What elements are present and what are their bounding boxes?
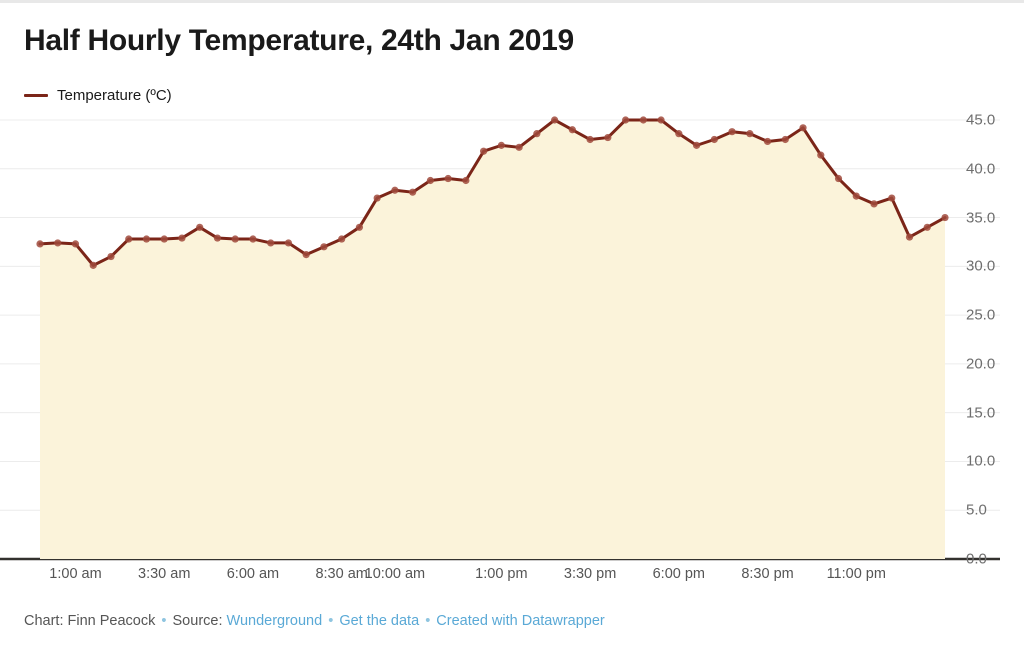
area-fill — [40, 120, 945, 559]
data-point-marker[interactable] — [586, 135, 594, 144]
data-point-marker[interactable] — [941, 213, 949, 222]
data-point-marker[interactable] — [480, 147, 488, 155]
x-axis-ticks: 1:00 am 3:30 am 6:00 am 8:30 am 10:00 am 1:00… — [0, 566, 1024, 588]
data-point-marker[interactable] — [409, 188, 417, 196]
footer-separator-2: • — [328, 613, 334, 629]
y-axis-tick-label: 5.0 — [966, 501, 987, 519]
data-point-marker[interactable] — [639, 116, 647, 124]
data-point-marker[interactable] — [249, 235, 257, 243]
data-point-marker[interactable] — [763, 137, 772, 146]
data-point-marker[interactable] — [746, 130, 754, 138]
y-axis-tick-label: 15.0 — [966, 404, 996, 422]
footer-credit: Chart: Finn Peacock — [24, 613, 156, 629]
data-point-marker[interactable] — [888, 194, 896, 202]
data-point-marker[interactable] — [870, 200, 878, 208]
legend-label: Temperature (ºC) — [57, 86, 172, 104]
data-point-marker[interactable] — [196, 223, 204, 231]
data-point-marker[interactable] — [213, 234, 222, 242]
chart-footer: Chart: Finn Peacock • Source: Wundergrou… — [24, 613, 605, 629]
source-link[interactable]: Wunderground — [227, 613, 323, 629]
data-point-marker[interactable] — [373, 194, 381, 202]
x-axis-tick-label: 8:30 pm — [741, 566, 794, 582]
temperature-area-chart — [0, 116, 1000, 561]
y-axis-tick-label: 40.0 — [966, 160, 996, 178]
data-point-marker[interactable] — [160, 235, 168, 243]
data-point-marker[interactable] — [834, 174, 843, 183]
data-point-marker[interactable] — [391, 186, 399, 194]
footer-separator-3: • — [425, 613, 431, 629]
chart-card: Half Hourly Temperature, 24th Jan 2019 T… — [0, 0, 1024, 647]
data-point-marker[interactable] — [36, 240, 44, 248]
x-axis-tick-label: 3:30 pm — [563, 566, 617, 582]
y-axis-tick-label: 10.0 — [966, 452, 996, 470]
x-axis-tick-label: 8:30 am — [315, 566, 368, 582]
data-point-marker[interactable] — [125, 235, 133, 243]
x-axis-tick-label: 11:00 pm — [826, 566, 886, 582]
data-point-marker[interactable] — [551, 116, 559, 124]
data-point-marker[interactable] — [231, 235, 239, 243]
footer-separator-1: • — [161, 613, 167, 629]
data-point-marker[interactable] — [107, 252, 115, 261]
data-point-marker[interactable] — [302, 251, 310, 259]
data-point-marker[interactable] — [728, 128, 736, 136]
data-point-marker[interactable] — [444, 174, 452, 183]
data-point-marker[interactable] — [355, 223, 364, 231]
data-point-marker[interactable] — [533, 130, 541, 138]
data-point-marker[interactable] — [71, 240, 80, 248]
datawrapper-credit-link[interactable]: Created with Datawrapper — [436, 613, 604, 629]
x-axis-tick-label: 3:30 am — [138, 566, 191, 582]
data-point-marker[interactable] — [621, 116, 630, 124]
x-axis-tick-label: 1:00 pm — [475, 566, 528, 582]
data-point-marker[interactable] — [923, 223, 931, 231]
data-point-marker[interactable] — [817, 151, 825, 159]
plot-area: 45.0 40.0 35.0 30.0 25.0 20.0 15.0 10.0 5.0 0.0 — [0, 111, 1024, 568]
y-axis-tick-label: 0.0 — [966, 550, 987, 568]
data-point-marker[interactable] — [692, 141, 701, 149]
y-axis-tick-label: 35.0 — [966, 209, 996, 227]
y-axis-tick-label: 45.0 — [966, 111, 996, 129]
data-point-marker[interactable] — [320, 243, 328, 251]
data-point-marker[interactable] — [284, 239, 293, 247]
data-point-marker[interactable] — [54, 239, 62, 247]
y-axis-tick-label: 25.0 — [966, 306, 996, 324]
data-point-marker[interactable] — [710, 135, 718, 144]
footer-source-label: Source: — [172, 613, 223, 629]
data-point-marker[interactable] — [905, 233, 914, 241]
data-point-marker[interactable] — [426, 176, 434, 185]
x-axis-tick-label: 6:00 am — [226, 566, 280, 582]
data-point-marker[interactable] — [604, 133, 612, 142]
data-point-marker[interactable] — [89, 261, 97, 269]
data-point-marker[interactable] — [142, 235, 151, 243]
y-axis-tick-label: 20.0 — [966, 355, 996, 373]
data-point-marker[interactable] — [178, 234, 186, 242]
chart-title: Half Hourly Temperature, 24th Jan 2019 — [24, 24, 574, 57]
get-the-data-link[interactable]: Get the data — [339, 613, 419, 629]
data-point-marker[interactable] — [781, 135, 789, 144]
data-point-marker[interactable] — [675, 130, 683, 138]
x-axis-tick-label: 6:00 pm — [652, 566, 706, 582]
data-point-marker[interactable] — [338, 235, 346, 243]
legend-color-swatch — [24, 93, 48, 97]
data-point-marker[interactable] — [267, 239, 275, 247]
data-point-marker[interactable] — [462, 176, 470, 185]
data-point-marker[interactable] — [515, 143, 523, 151]
data-point-marker[interactable] — [568, 126, 576, 134]
data-point-marker[interactable] — [852, 192, 860, 200]
x-axis-tick-label: 10:00 am — [364, 566, 426, 582]
chart-legend: Temperature (ºC) — [24, 86, 172, 104]
data-point-marker[interactable] — [799, 124, 807, 132]
data-point-marker[interactable] — [497, 141, 505, 149]
y-axis-tick-label: 30.0 — [966, 257, 996, 275]
x-axis-tick-label: 1:00 am — [49, 566, 102, 582]
top-divider — [0, 0, 1024, 3]
data-point-marker[interactable] — [657, 116, 665, 124]
